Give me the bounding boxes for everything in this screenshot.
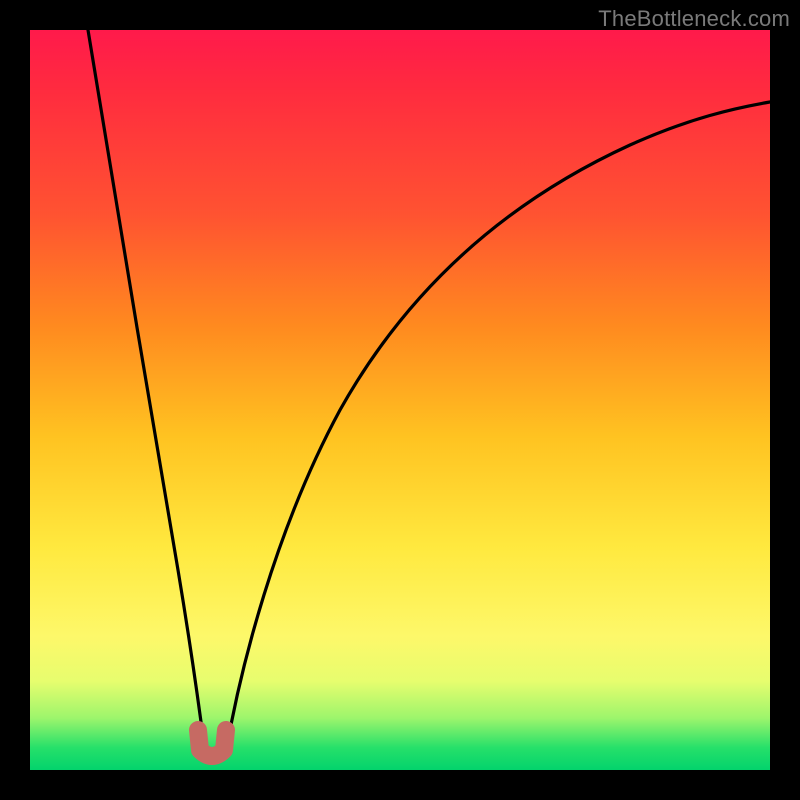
outer-frame: TheBottleneck.com xyxy=(0,0,800,800)
curves-svg xyxy=(30,30,770,770)
right-branch-curve xyxy=(226,102,770,752)
watermark-text: TheBottleneck.com xyxy=(598,6,790,32)
left-branch-curve xyxy=(88,30,205,752)
plot-area xyxy=(30,30,770,770)
trough-marker xyxy=(198,730,226,756)
